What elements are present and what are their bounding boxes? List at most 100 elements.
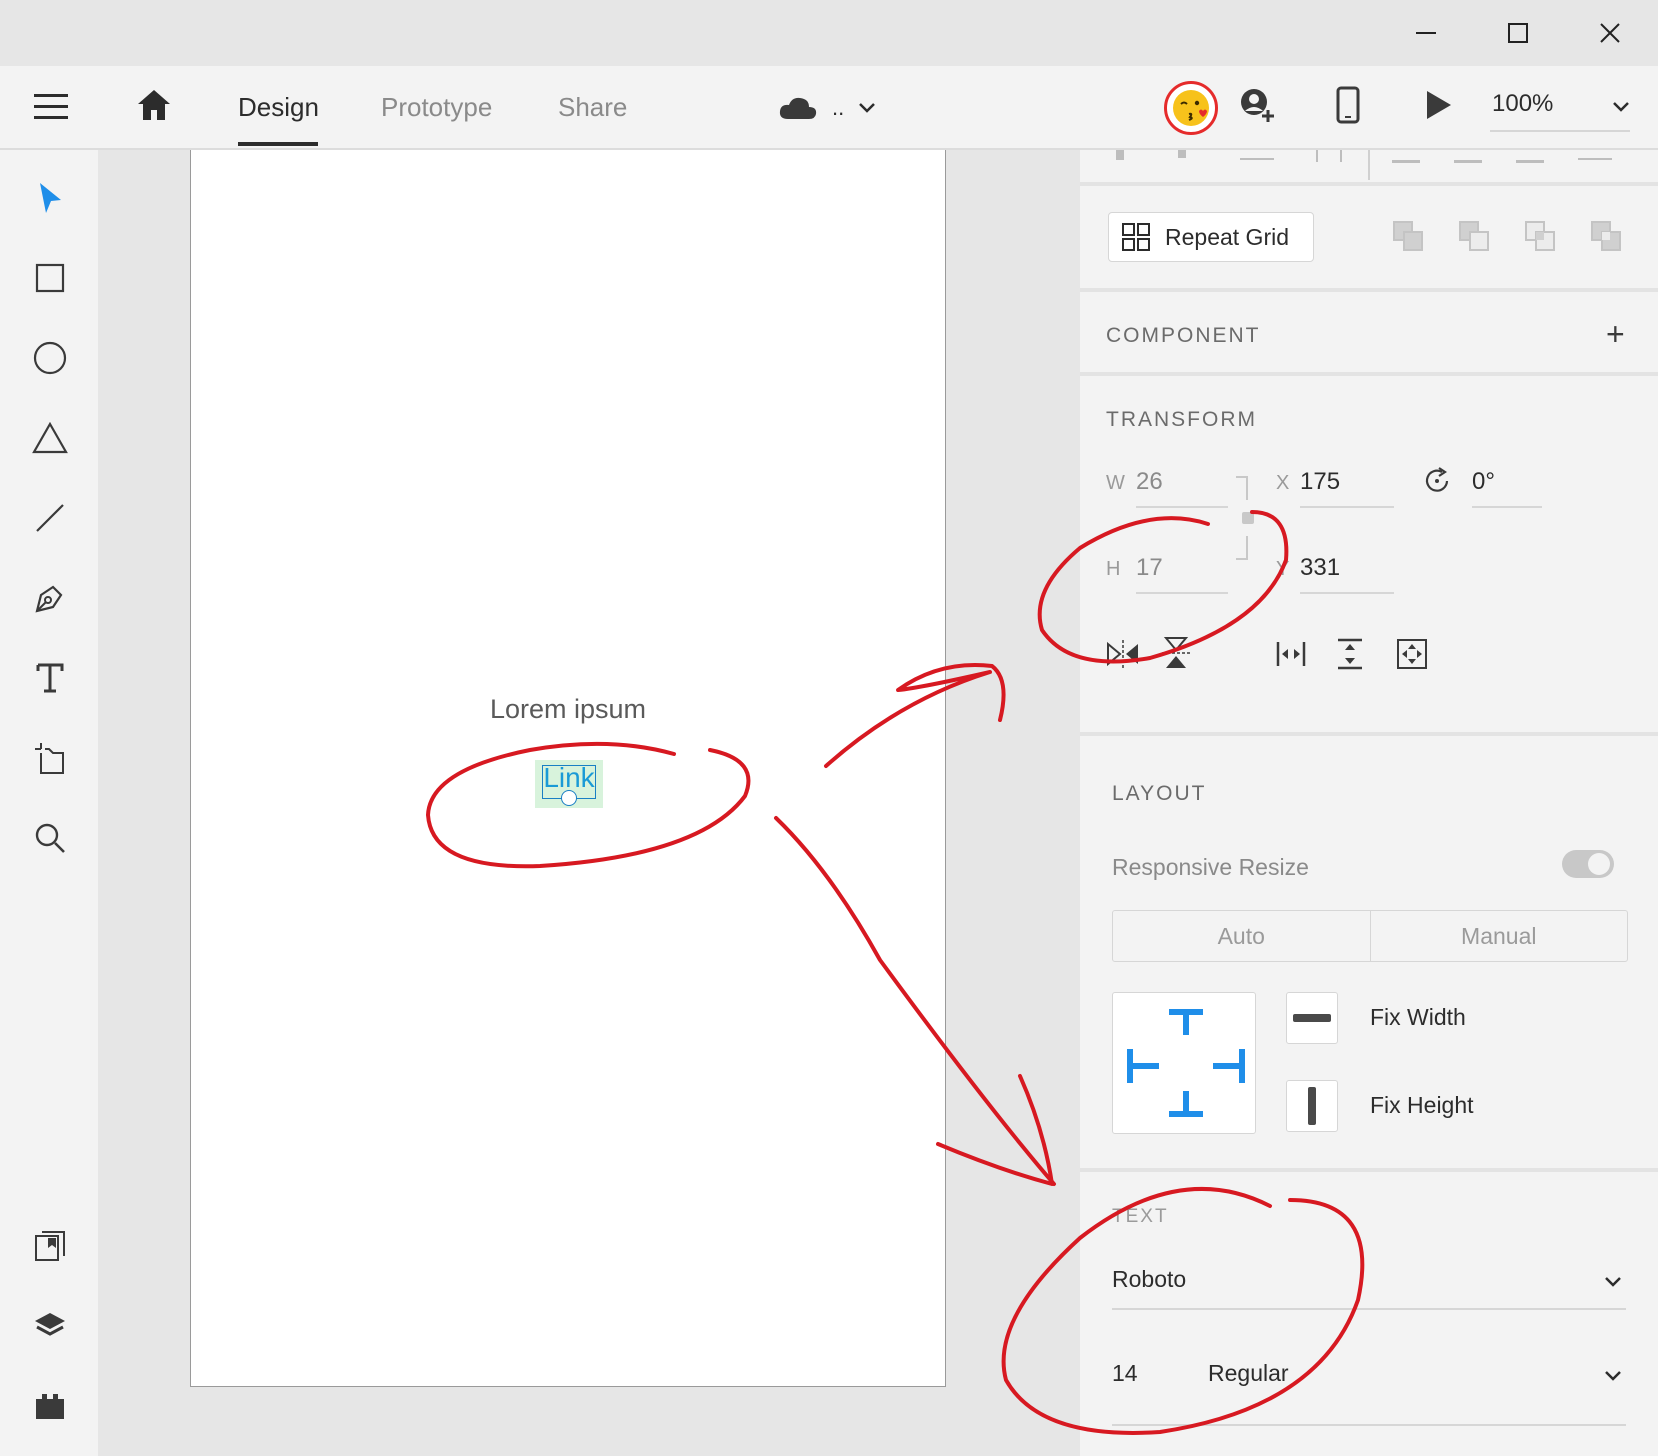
tab-share[interactable]: Share: [558, 66, 627, 148]
text-t-icon: [36, 663, 64, 693]
distribute-vertical-button[interactable]: [1336, 638, 1364, 675]
boolean-add-button[interactable]: [1392, 220, 1424, 257]
fit-frame-icon: [1397, 639, 1427, 669]
fix-width-toggle[interactable]: [1286, 992, 1338, 1044]
fix-height-toggle[interactable]: [1286, 1080, 1338, 1132]
rectangle-tool[interactable]: [22, 250, 78, 306]
chevron-down-icon: [1605, 1371, 1621, 1381]
align-vertical-center-icon[interactable]: [1454, 150, 1482, 163]
artboard-tool[interactable]: [22, 730, 78, 786]
resize-mode-auto[interactable]: Auto: [1113, 911, 1371, 961]
font-family-select[interactable]: Roboto: [1112, 1256, 1626, 1310]
rotation-underline: [1472, 506, 1542, 508]
tool-rail: [0, 150, 98, 1456]
distribute-vertical-icon: [1338, 638, 1362, 670]
pin-constraints-icon: [1127, 1009, 1245, 1117]
invite-user-button[interactable]: [1238, 86, 1278, 131]
zoom-tool[interactable]: [22, 810, 78, 866]
fix-width-label: Fix Width: [1370, 1004, 1466, 1030]
boolean-intersect-button[interactable]: [1524, 220, 1556, 257]
align-middle-icon[interactable]: [1316, 150, 1342, 162]
rotation-field[interactable]: 0°: [1472, 462, 1542, 510]
polygon-tool[interactable]: [22, 410, 78, 466]
user-avatar[interactable]: [1164, 81, 1218, 135]
width-label: W: [1106, 472, 1125, 494]
tab-prototype[interactable]: Prototype: [381, 66, 492, 148]
close-window-button[interactable]: [1562, 0, 1658, 66]
device-preview-button[interactable]: [1336, 86, 1360, 129]
font-family-underline: [1112, 1308, 1626, 1310]
minimize-button[interactable]: [1378, 0, 1474, 66]
lock-aspect-icon[interactable]: [1242, 512, 1254, 524]
ellipse-icon: [33, 341, 67, 375]
divider: [1080, 288, 1658, 292]
tab-design[interactable]: Design: [238, 66, 319, 148]
ellipse-tool[interactable]: [22, 330, 78, 386]
flip-horizontal-icon: [1107, 640, 1138, 668]
zoom-dropdown-toggle[interactable]: [1612, 100, 1630, 118]
width-field[interactable]: 26: [1136, 462, 1228, 510]
cloud-document-menu[interactable]: ..: [778, 88, 876, 128]
home-button[interactable]: [136, 88, 172, 127]
y-label: Y: [1276, 558, 1290, 580]
boolean-subtract-button[interactable]: [1458, 220, 1490, 257]
constraints-widget[interactable]: [1112, 992, 1256, 1134]
hamburger-menu-button[interactable]: [34, 92, 68, 127]
height-value: 17: [1136, 554, 1163, 581]
artboard[interactable]: Lorem ipsum Link: [190, 150, 946, 1387]
x-underline: [1300, 506, 1394, 508]
divider: [1080, 1168, 1658, 1172]
desktop-preview-button[interactable]: [1424, 88, 1454, 127]
divider: [1080, 372, 1658, 376]
resize-handle[interactable]: [561, 790, 577, 806]
distribute-vertical-icon[interactable]: [1578, 150, 1612, 160]
assets-panel-button[interactable]: [22, 1218, 78, 1274]
rotate-icon: [1425, 467, 1449, 492]
divider: [1080, 182, 1658, 186]
align-top-icon[interactable]: [1392, 150, 1420, 163]
resize-mode-manual[interactable]: Manual: [1371, 911, 1628, 961]
height-label: H: [1106, 558, 1121, 580]
layers-panel-button[interactable]: [22, 1298, 78, 1354]
fit-frame-button[interactable]: [1396, 638, 1428, 675]
layout-section-title: LAYOUT: [1112, 782, 1207, 805]
align-left-icon[interactable]: [1116, 150, 1124, 160]
responsive-resize-label: Responsive Resize: [1112, 854, 1309, 880]
align-center-icon[interactable]: [1178, 150, 1186, 158]
lock-bracket-bottom: [1236, 536, 1248, 560]
x-label: X: [1276, 472, 1290, 494]
height-field[interactable]: 17: [1136, 548, 1228, 596]
y-underline: [1300, 592, 1394, 594]
boolean-add-icon: [1393, 221, 1423, 251]
distribute-icon[interactable]: [1240, 150, 1274, 160]
home-icon: [138, 90, 170, 120]
distribute-horizontal-button[interactable]: [1276, 640, 1306, 673]
maximize-button[interactable]: [1470, 0, 1566, 66]
boolean-exclude-button[interactable]: [1590, 220, 1622, 257]
distribute-horizontal-icon: [1276, 642, 1306, 666]
text-tool[interactable]: [22, 650, 78, 706]
add-component-button[interactable]: +: [1606, 316, 1625, 353]
x-field[interactable]: 175: [1300, 462, 1394, 510]
pointer-arrow-icon: [40, 183, 61, 213]
transform-section-title: TRANSFORM: [1106, 408, 1257, 431]
zoom-select[interactable]: 100%: [1490, 80, 1630, 134]
responsive-resize-toggle[interactable]: [1562, 850, 1614, 878]
font-weight-select[interactable]: Regular: [1208, 1352, 1626, 1402]
line-tool[interactable]: [22, 490, 78, 546]
boolean-exclude-icon: [1591, 221, 1621, 251]
y-field[interactable]: 331: [1300, 548, 1394, 596]
pen-tool[interactable]: [22, 570, 78, 626]
plugins-panel-button[interactable]: [22, 1378, 78, 1434]
flip-vertical-button[interactable]: [1162, 636, 1190, 675]
mobile-device-icon: [1336, 86, 1360, 124]
font-size-value: 14: [1112, 1360, 1138, 1386]
flip-horizontal-button[interactable]: [1106, 640, 1140, 673]
boolean-subtract-icon: [1459, 221, 1489, 251]
select-tool[interactable]: [22, 170, 78, 226]
add-user-icon: [1241, 89, 1274, 122]
repeat-grid-button[interactable]: Repeat Grid: [1108, 212, 1314, 262]
align-bottom-icon[interactable]: [1516, 150, 1544, 163]
font-size-field[interactable]: 14: [1112, 1352, 1182, 1402]
lorem-heading-text[interactable]: Lorem ipsum: [191, 694, 945, 725]
